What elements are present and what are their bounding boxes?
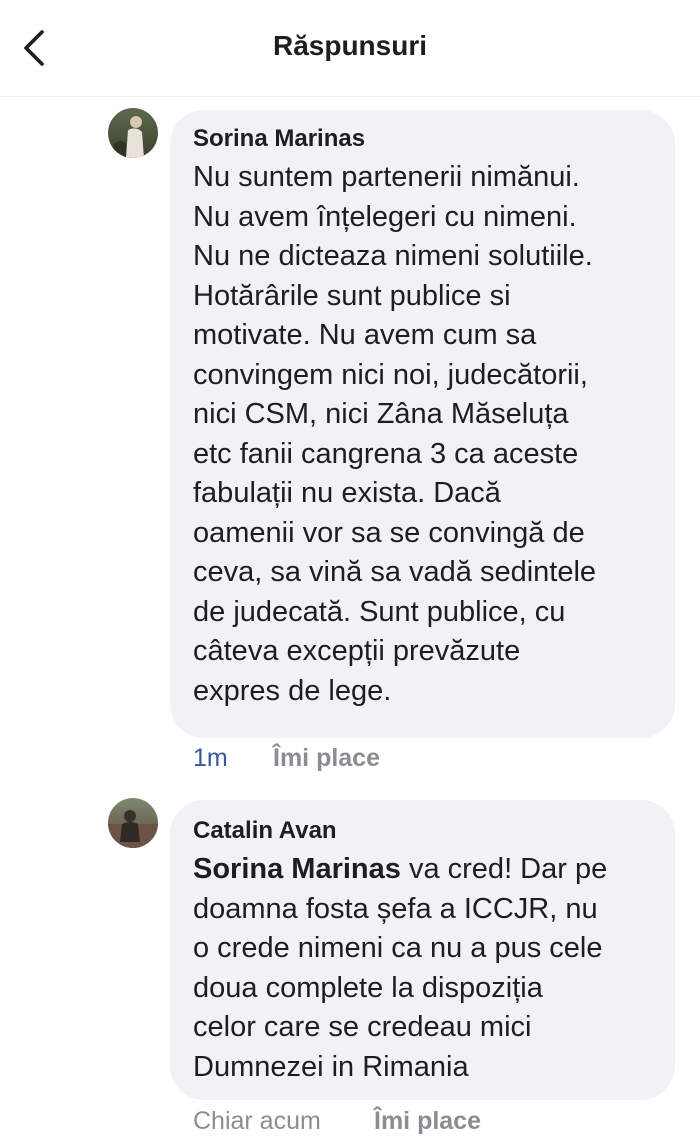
comment-line: etc fanii cangrena 3 ca aceste bbox=[193, 437, 579, 470]
comment-line: câteva excepții prevăzute bbox=[193, 635, 521, 667]
user-avatar-icon bbox=[108, 798, 158, 848]
comment-line: de judecată. Sunt publice, cu bbox=[193, 595, 566, 628]
comment-line: celor care se credeau mici bbox=[193, 1011, 532, 1043]
comment-line: ceva, sa vină sa vadă sedintele bbox=[193, 556, 597, 588]
page-title: Răspunsuri bbox=[272, 30, 428, 61]
comment-line: Nu ne dicteaza nimeni solutiile. bbox=[193, 240, 593, 272]
comment-line: doamna fosta șefa a ICCJR, nu bbox=[193, 892, 598, 925]
comment-bubble: Sorina Marinas Nu suntem partenerii nimă… bbox=[170, 110, 675, 738]
comment-line: expres de lege. bbox=[193, 674, 392, 707]
comment-line: doua complete la dispoziția bbox=[193, 971, 543, 1004]
comment-text: Sorina Marinas va cred! Dar pe doamna fo… bbox=[193, 850, 675, 1087]
like-button[interactable]: Îmi place bbox=[374, 1107, 481, 1136]
comment-line: fabulații nu exista. Dacă bbox=[193, 477, 501, 509]
comment-line: Hotărârile sunt publice si bbox=[193, 279, 511, 312]
comment-timestamp[interactable]: 1m bbox=[193, 744, 228, 773]
comment-line: Nu avem înțelegeri cu nimeni. bbox=[193, 200, 577, 233]
avatar[interactable] bbox=[108, 108, 158, 158]
comment-line: Dumnezei in Rimania bbox=[193, 1050, 469, 1083]
comment-timestamp[interactable]: Chiar acum bbox=[193, 1107, 321, 1136]
comment-line: oamenii vor sa se convingă de bbox=[193, 516, 585, 549]
comment-bubble: Catalin Avan Sorina Marinas va cred! Dar… bbox=[170, 800, 675, 1100]
mention-link[interactable]: Sorina Marinas bbox=[193, 853, 401, 885]
user-avatar-icon bbox=[108, 108, 158, 158]
comment-line: nici CSM, nici Zâna Măseluța bbox=[193, 398, 569, 430]
comment-author[interactable]: Catalin Avan bbox=[193, 816, 675, 846]
comment-text: Nu suntem partenerii nimănui. Nu avem în… bbox=[193, 158, 675, 711]
comment-line-rest: va cred! Dar pe bbox=[400, 853, 608, 885]
top-bar: Răspunsuri bbox=[0, 0, 700, 97]
comment-author[interactable]: Sorina Marinas bbox=[193, 124, 675, 154]
comment-line: convingem nici noi, judecătorii, bbox=[193, 358, 588, 391]
like-button[interactable]: Îmi place bbox=[273, 744, 380, 773]
comment-line: Nu suntem partenerii nimănui. bbox=[193, 161, 580, 193]
avatar[interactable] bbox=[108, 798, 158, 848]
comment-line: motivate. Nu avem cum sa bbox=[193, 319, 537, 351]
comment-line: Sorina Marinas va cred! Dar pe bbox=[193, 850, 675, 890]
comment-line: o crede nimeni ca nu a pus cele bbox=[193, 932, 603, 964]
